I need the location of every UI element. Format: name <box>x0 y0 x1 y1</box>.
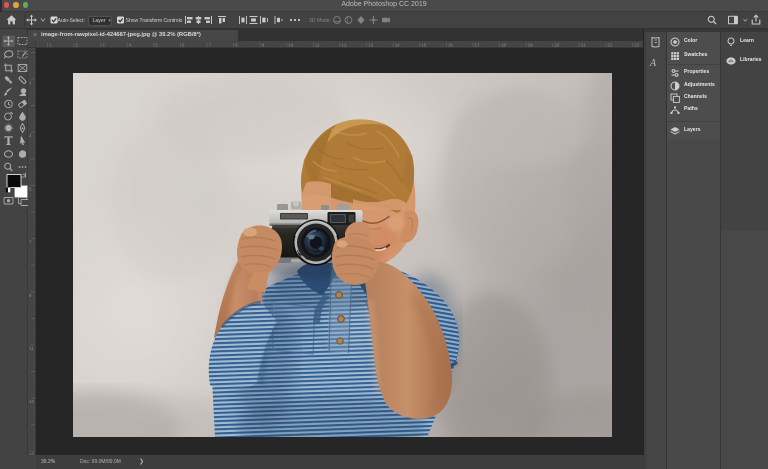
svg-text:15: 15 <box>421 43 426 48</box>
svg-text:A: A <box>649 58 657 69</box>
svg-text:4: 4 <box>129 43 132 48</box>
svg-text:22: 22 <box>608 43 613 48</box>
svg-text:19: 19 <box>528 43 533 48</box>
svg-text:10: 10 <box>288 43 293 48</box>
svg-text:23: 23 <box>634 43 639 48</box>
svg-text:8: 8 <box>235 43 238 48</box>
svg-text:7: 7 <box>209 43 212 48</box>
svg-text:18: 18 <box>501 43 506 48</box>
svg-text:1: 1 <box>29 80 32 85</box>
svg-text:5: 5 <box>155 43 158 48</box>
svg-text:17: 17 <box>475 43 480 48</box>
svg-text:11: 11 <box>29 346 34 351</box>
svg-text:3: 3 <box>29 133 32 138</box>
svg-text:13: 13 <box>368 43 373 48</box>
svg-text:1: 1 <box>49 43 52 48</box>
svg-text:16: 16 <box>448 43 453 48</box>
svg-text:7: 7 <box>29 240 32 245</box>
svg-text:11: 11 <box>315 43 320 48</box>
svg-text:3: 3 <box>102 43 105 48</box>
svg-text:6: 6 <box>182 43 185 48</box>
svg-text:9: 9 <box>29 293 32 298</box>
svg-text:12: 12 <box>342 43 347 48</box>
svg-text:13: 13 <box>29 399 34 404</box>
svg-text:14: 14 <box>395 43 400 48</box>
svg-text:2: 2 <box>76 43 79 48</box>
svg-text:21: 21 <box>581 43 586 48</box>
svg-text:20: 20 <box>554 43 559 48</box>
svg-text:9: 9 <box>262 43 265 48</box>
svg-text:5: 5 <box>29 186 32 191</box>
